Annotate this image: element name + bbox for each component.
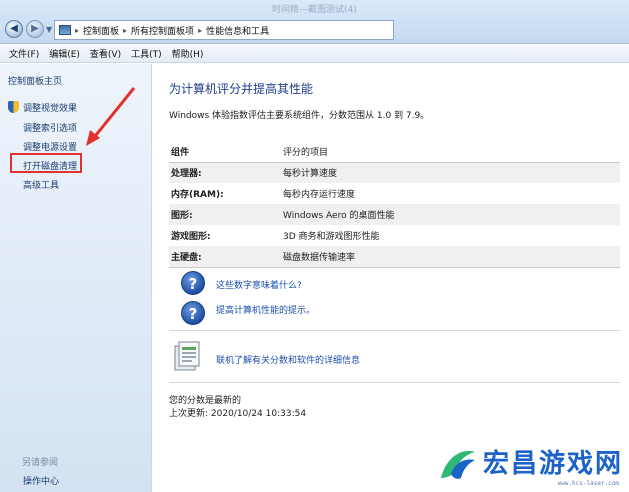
breadcrumb-control-panel[interactable]: 控制面板 <box>83 24 119 37</box>
breadcrumb-all-items[interactable]: 所有控制面板项 <box>131 24 194 37</box>
help-question-icon: ? <box>181 301 205 325</box>
menu-bar: 文件(F) 编辑(E) 查看(V) 工具(T) 帮助(H) <box>0 45 629 63</box>
recent-pages-dropdown-icon[interactable]: ▼ <box>46 25 52 34</box>
last-updated: 上次更新: 2020/10/24 10:33:54 <box>169 409 307 419</box>
menu-help[interactable]: 帮助(H) <box>167 47 209 60</box>
back-button[interactable]: ◀ <box>5 20 23 38</box>
software-info-icon <box>174 341 200 371</box>
sidebar-item-home[interactable]: 控制面板主页 <box>8 74 62 87</box>
address-bar-area: 时间精—截图测试(4) ◀ ▶ ▼ ▸ 控制面板 ▸ 所有控制面板项 ▸ 性能信… <box>0 0 629 44</box>
menu-edit[interactable]: 编辑(E) <box>44 47 85 60</box>
menu-view[interactable]: 查看(V) <box>85 47 126 60</box>
chevron-right-icon[interactable]: ▸ <box>75 26 79 35</box>
component-description: 磁盘数据传输速率 <box>281 246 620 268</box>
divider <box>169 330 620 331</box>
help-question-icon: ? <box>181 271 205 295</box>
component-name: 主硬盘: <box>169 246 281 268</box>
forward-button[interactable]: ▶ <box>26 20 44 38</box>
component-name: 内存(RAM): <box>171 190 224 200</box>
components-table: 组件 评分的项目 处理器: 每秒计算速度 内存(RAM): 每秒内存运行速度 图… <box>169 141 620 268</box>
page-description: Windows 体验指数评估主要系统组件，分数范围从 1.0 到 7.9。 <box>169 111 430 121</box>
sidebar-item-advanced-tools[interactable]: 高级工具 <box>23 178 59 191</box>
arrow-right-icon: ▶ <box>31 23 39 34</box>
sidebar-item-action-center[interactable]: 操作中心 <box>23 474 59 487</box>
breadcrumb-performance[interactable]: 性能信息和工具 <box>206 24 269 37</box>
component-description: 每秒内存运行速度 <box>283 190 356 200</box>
component-description: 每秒计算速度 <box>281 162 620 183</box>
arrow-left-icon: ◀ <box>10 23 18 34</box>
main-content: 为计算机评分并提高其性能 Windows 体验指数评估主要系统组件，分数范围从 … <box>153 64 629 492</box>
divider <box>169 382 620 383</box>
column-header-component: 组件 <box>169 141 281 163</box>
component-name: 游戏图形: <box>171 232 211 242</box>
link-performance-tips[interactable]: 提高计算机性能的提示。 <box>216 303 315 316</box>
link-online-details[interactable]: 联机了解有关分数和软件的详细信息 <box>216 353 360 366</box>
column-header-rated-item: 评分的项目 <box>281 141 620 163</box>
highlight-box <box>10 153 82 173</box>
table-row: 主硬盘: 磁盘数据传输速率 <box>169 246 620 268</box>
table-row: 图形: Windows Aero 的桌面性能 <box>169 204 620 225</box>
chevron-right-icon[interactable]: ▸ <box>123 26 127 35</box>
sidebar-item-visual-effects[interactable]: 调整视觉效果 <box>23 101 77 114</box>
annotation-arrow-icon <box>86 87 136 146</box>
menu-file[interactable]: 文件(F) <box>4 47 44 60</box>
status-up-to-date: 您的分数是最新的 <box>169 396 242 406</box>
chevron-right-icon[interactable]: ▸ <box>198 26 202 35</box>
see-also-heading: 另请参阅 <box>22 458 59 468</box>
shield-icon <box>8 101 19 113</box>
menu-tools[interactable]: 工具(T) <box>126 47 167 60</box>
table-row: 内存(RAM): 每秒内存运行速度 <box>169 183 620 204</box>
table-row: 游戏图形: 3D 商务和游戏图形性能 <box>169 225 620 246</box>
control-panel-icon <box>59 25 71 35</box>
watermark-url: www.hcs-laser.com <box>557 480 619 487</box>
watermark: 宏昌游戏网 www.hcs-laser.com <box>437 444 623 487</box>
page-title: 为计算机评分并提高其性能 <box>169 82 314 96</box>
watermark-text: 宏昌游戏网 <box>482 449 623 479</box>
component-description: 3D 商务和游戏图形性能 <box>283 232 380 242</box>
window-title: 时间精—截图测试(4) <box>272 5 357 15</box>
component-description: Windows Aero 的桌面性能 <box>281 204 620 225</box>
component-name: 处理器: <box>169 162 281 183</box>
watermark-logo-icon <box>440 450 475 479</box>
component-name: 图形: <box>169 204 281 225</box>
sidebar-item-power[interactable]: 调整电源设置 <box>23 140 77 153</box>
link-what-numbers-mean[interactable]: 这些数字意味着什么? <box>216 278 302 291</box>
table-row: 处理器: 每秒计算速度 <box>169 162 620 183</box>
address-field[interactable]: ▸ 控制面板 ▸ 所有控制面板项 ▸ 性能信息和工具 <box>54 20 394 40</box>
sidebar-item-indexing[interactable]: 调整索引选项 <box>23 121 77 134</box>
